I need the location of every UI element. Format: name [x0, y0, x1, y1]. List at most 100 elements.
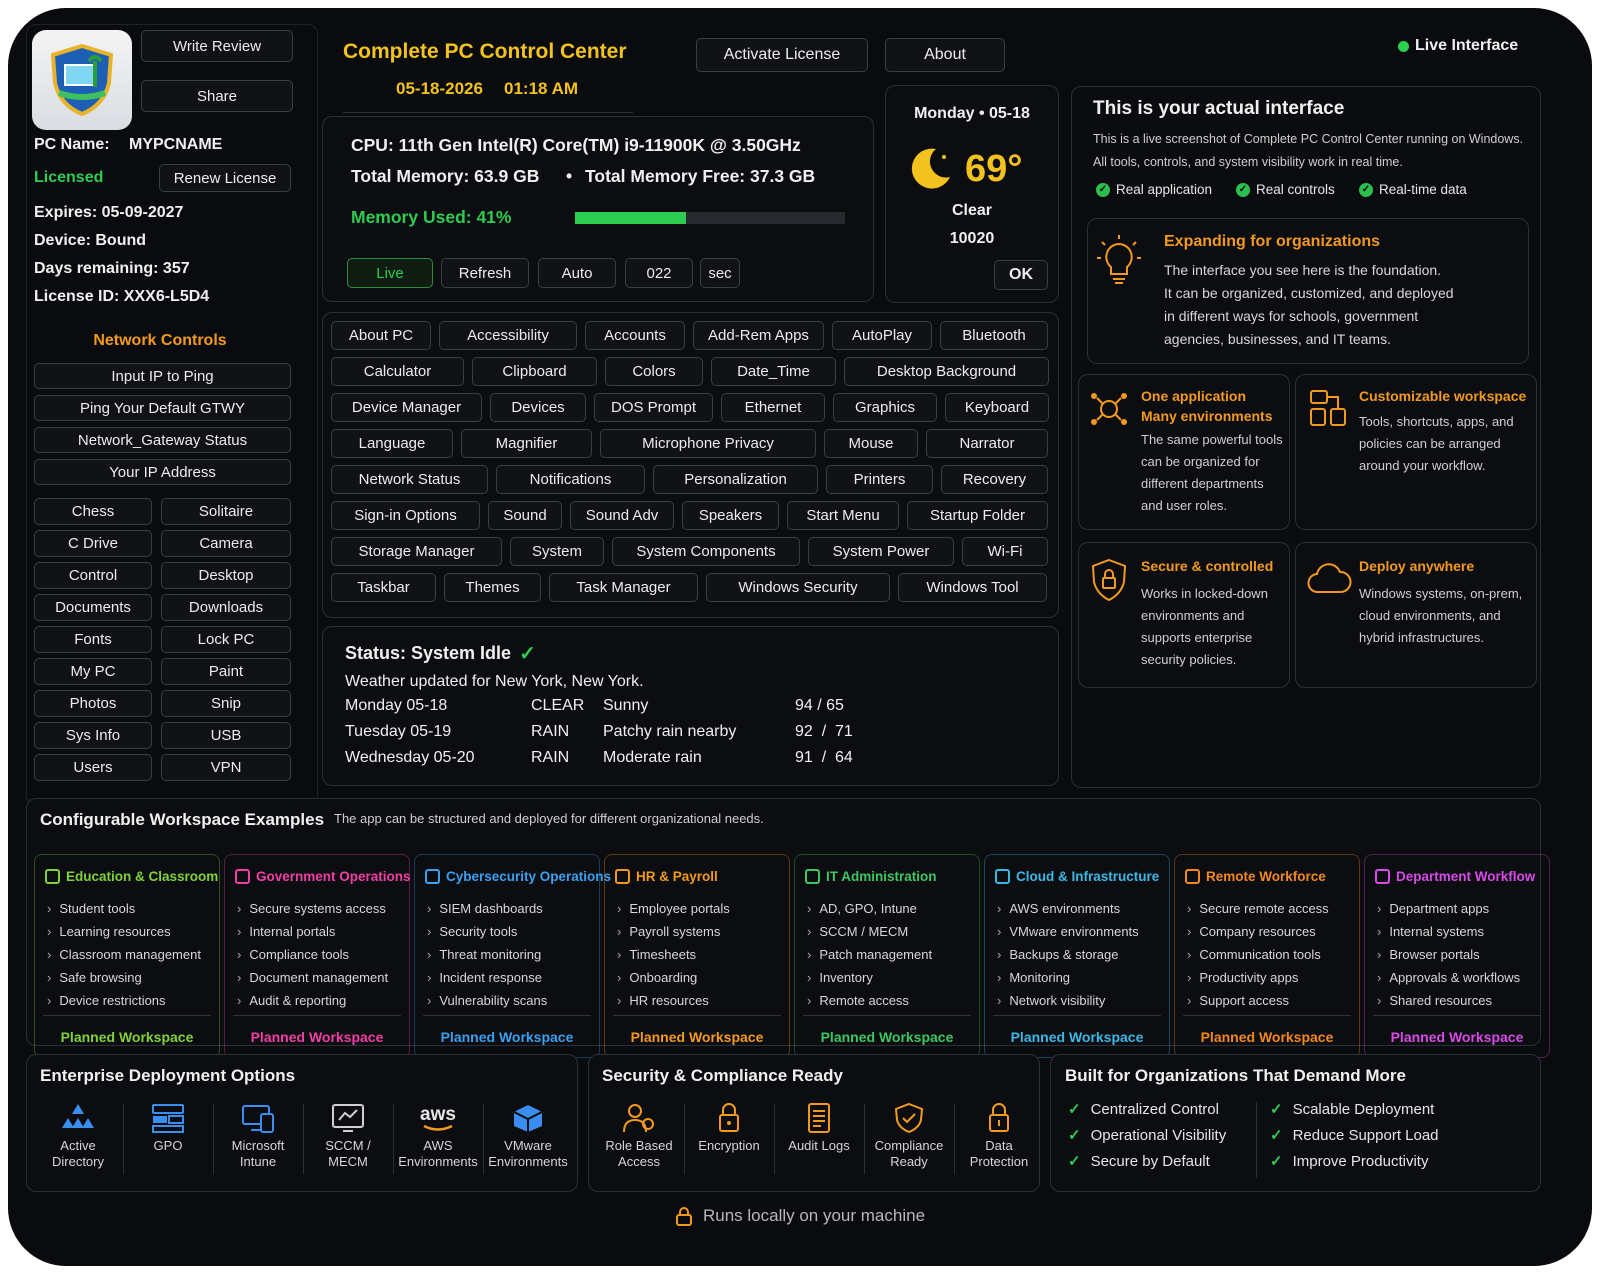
- setting-button[interactable]: Task Manager: [549, 573, 698, 602]
- total-memory-text: Total Memory: 63.9 GB: [351, 166, 540, 186]
- shortcut-button[interactable]: Lock PC: [161, 626, 291, 653]
- setting-button[interactable]: Microphone Privacy: [600, 429, 816, 458]
- workspace-card[interactable]: Government Operations Secure systems acce…: [224, 854, 411, 1058]
- setting-button[interactable]: Device Manager: [331, 393, 482, 422]
- shortcut-button[interactable]: USB: [161, 722, 291, 749]
- shortcut-button[interactable]: Snip: [161, 690, 291, 717]
- setting-button[interactable]: Sound Adv: [570, 501, 674, 530]
- live-button[interactable]: Live: [347, 258, 433, 288]
- shortcut-button[interactable]: My PC: [34, 658, 152, 685]
- setting-button[interactable]: Clipboard: [472, 357, 597, 386]
- shortcut-button[interactable]: Sys Info: [34, 722, 152, 749]
- shortcut-button[interactable]: Photos: [34, 690, 152, 717]
- interval-input[interactable]: 022: [625, 258, 693, 288]
- network-control-button[interactable]: Network_Gateway Status: [34, 427, 291, 453]
- workspace-card[interactable]: IT Administration AD, GPO, IntuneSCCM / M…: [794, 854, 980, 1058]
- shortcut-button[interactable]: Solitaire: [161, 498, 291, 525]
- setting-button[interactable]: About PC: [331, 321, 431, 350]
- security-label-1: Role Based: [605, 1138, 673, 1153]
- setting-button[interactable]: Desktop Background: [844, 357, 1049, 386]
- network-control-button[interactable]: Input IP to Ping: [34, 363, 291, 389]
- setting-button[interactable]: Calculator: [331, 357, 464, 386]
- workspace-card[interactable]: Education & Classroom Student toolsLearni…: [34, 854, 220, 1058]
- setting-button[interactable]: Personalization: [653, 465, 818, 494]
- setting-button[interactable]: Startup Folder: [907, 501, 1048, 530]
- setting-button[interactable]: AutoPlay: [832, 321, 932, 350]
- setting-button[interactable]: Devices: [490, 393, 586, 422]
- header-time: 01:18 AM: [504, 79, 579, 98]
- workspace-card[interactable]: HR & Payroll Employee portalsPayroll syst…: [604, 854, 790, 1058]
- shortcut-button[interactable]: Fonts: [34, 626, 152, 653]
- shortcut-button[interactable]: Paint: [161, 658, 291, 685]
- security-option: Compliance Ready: [864, 1098, 954, 1170]
- setting-button[interactable]: Ethernet: [721, 393, 825, 422]
- setting-button[interactable]: System Components: [612, 537, 800, 566]
- setting-button[interactable]: Sign-in Options: [331, 501, 480, 530]
- setting-button[interactable]: Keyboard: [945, 393, 1049, 422]
- forecast-cell: Patchy rain nearby: [603, 723, 737, 740]
- setting-button[interactable]: Narrator: [926, 429, 1048, 458]
- shortcut-button[interactable]: Chess: [34, 498, 152, 525]
- svg-text:aws: aws: [420, 1104, 456, 1125]
- setting-button[interactable]: Accounts: [585, 321, 685, 350]
- setting-button[interactable]: Printers: [826, 465, 933, 494]
- setting-button[interactable]: System: [510, 537, 604, 566]
- workspace-card[interactable]: Cloud & Infrastructure AWS environmentsVM…: [984, 854, 1170, 1058]
- shortcut-button[interactable]: Control: [34, 562, 152, 589]
- setting-button[interactable]: Wi-Fi: [962, 537, 1048, 566]
- setting-button[interactable]: Start Menu: [787, 501, 899, 530]
- setting-button[interactable]: Windows Security: [706, 573, 890, 602]
- setting-button[interactable]: Mouse: [824, 429, 918, 458]
- setting-button[interactable]: Windows Tool: [898, 573, 1047, 602]
- shortcut-button[interactable]: Downloads: [161, 594, 291, 621]
- setting-button[interactable]: Recovery: [941, 465, 1048, 494]
- workspace-item: HR resources: [617, 989, 730, 1012]
- write-review-button[interactable]: Write Review: [141, 30, 293, 62]
- setting-button[interactable]: System Power: [808, 537, 954, 566]
- status-title: Status: System Idle ✓: [345, 641, 536, 666]
- workspace-name: Government Operations: [256, 869, 411, 884]
- setting-button[interactable]: Add-Rem Apps: [693, 321, 824, 350]
- setting-button[interactable]: Magnifier: [461, 429, 592, 458]
- shortcut-button[interactable]: Documents: [34, 594, 152, 621]
- setting-button[interactable]: Notifications: [496, 465, 645, 494]
- network-control-button[interactable]: Your IP Address: [34, 459, 291, 485]
- shortcut-button[interactable]: Users: [34, 754, 152, 781]
- setting-button[interactable]: DOS Prompt: [594, 393, 713, 422]
- workspace-card[interactable]: Remote Workforce Secure remote accessComp…: [1174, 854, 1360, 1058]
- shortcut-button[interactable]: C Drive: [34, 530, 152, 557]
- renew-license-button[interactable]: Renew License: [159, 164, 291, 192]
- setting-button[interactable]: Network Status: [331, 465, 488, 494]
- setting-button[interactable]: Taskbar: [331, 573, 436, 602]
- auto-button[interactable]: Auto: [538, 258, 616, 288]
- shortcut-button[interactable]: Camera: [161, 530, 291, 557]
- setting-button[interactable]: Graphics: [833, 393, 937, 422]
- workspace-card[interactable]: Department Workflow Department appsIntern…: [1364, 854, 1550, 1058]
- weather-ok-button[interactable]: OK: [994, 260, 1048, 290]
- expanding-line: The interface you see here is the founda…: [1164, 262, 1442, 278]
- setting-button[interactable]: Bluetooth: [940, 321, 1048, 350]
- setting-button[interactable]: Accessibility: [439, 321, 577, 350]
- share-button[interactable]: Share: [141, 80, 293, 112]
- setting-button[interactable]: Sound: [488, 501, 562, 530]
- workspace-items: Department appsInternal systemsBrowser p…: [1377, 897, 1520, 1012]
- forecast-cell: Tuesday 05-19: [345, 723, 452, 740]
- refresh-button[interactable]: Refresh: [441, 258, 529, 288]
- setting-button[interactable]: Language: [331, 429, 453, 458]
- security-option: Data Protection: [954, 1098, 1044, 1170]
- setting-button[interactable]: Storage Manager: [331, 537, 502, 566]
- setting-button[interactable]: Themes: [444, 573, 541, 602]
- title-divider: [343, 112, 633, 113]
- workspace-card[interactable]: Cybersecurity Operations SIEM dashboardsS…: [414, 854, 611, 1058]
- setting-button[interactable]: Speakers: [682, 501, 779, 530]
- workspace-item: Company resources: [1187, 920, 1329, 943]
- about-button[interactable]: About: [885, 38, 1005, 72]
- workspace-header: IT Administration: [805, 869, 937, 884]
- setting-button[interactable]: Date_Time: [711, 357, 836, 386]
- network-control-button[interactable]: Ping Your Default GTWY: [34, 395, 291, 421]
- workspace-header: Government Operations: [235, 869, 411, 884]
- shortcut-button[interactable]: VPN: [161, 754, 291, 781]
- setting-button[interactable]: Colors: [605, 357, 703, 386]
- shortcut-button[interactable]: Desktop: [161, 562, 291, 589]
- activate-license-button[interactable]: Activate License: [696, 38, 868, 72]
